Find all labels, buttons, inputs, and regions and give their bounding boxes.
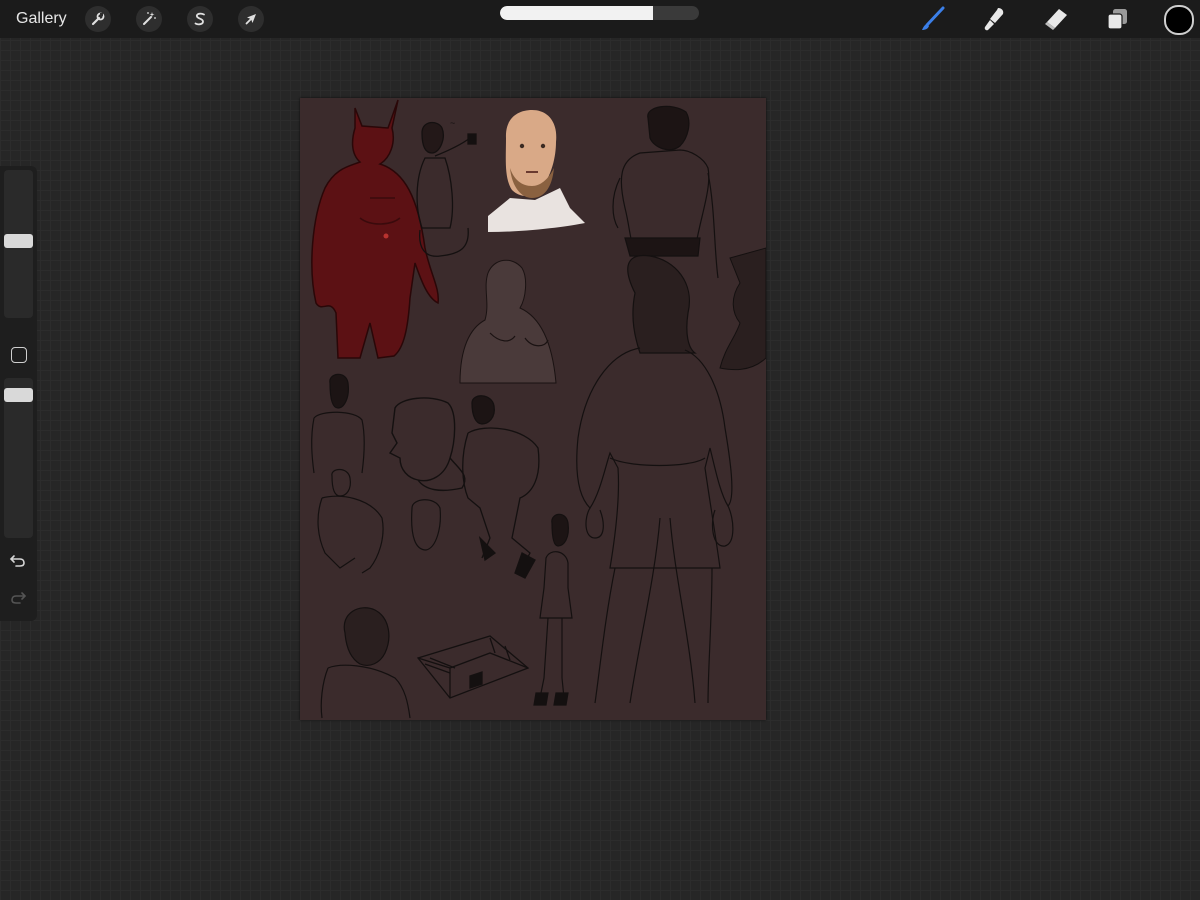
drawing-canvas[interactable]: ~ <box>300 98 767 720</box>
color-picker-button[interactable] <box>1164 5 1194 35</box>
brush-size-slider-handle[interactable] <box>4 234 33 249</box>
sketch-young-man <box>311 373 365 474</box>
sketch-small-head <box>411 499 441 551</box>
eraser-tool-button[interactable] <box>1041 4 1071 34</box>
redo-icon <box>11 592 27 604</box>
smudge-icon <box>984 8 1004 31</box>
sketch-artwork: ~ <box>311 99 767 719</box>
sketch-seated-figure <box>317 468 384 574</box>
svg-text:~: ~ <box>450 118 455 128</box>
selection-s-icon <box>194 12 205 26</box>
sidebar <box>0 166 37 621</box>
gallery-button[interactable]: Gallery <box>16 10 67 28</box>
sketch-curly-man <box>612 105 719 279</box>
selection-button[interactable] <box>187 6 213 32</box>
modify-button[interactable] <box>11 347 27 363</box>
layers-button[interactable] <box>1102 4 1132 34</box>
layers-icon <box>1107 9 1127 30</box>
sketch-crouching-man <box>462 395 540 579</box>
sketch-bald-man-portrait <box>488 110 585 232</box>
undo-button[interactable] <box>9 553 27 574</box>
sketch-red-devil <box>311 99 439 359</box>
wrench-icon <box>91 12 105 26</box>
sketch-profile-head <box>388 397 466 492</box>
arrow-cursor-icon <box>245 14 256 25</box>
sketch-woman-phone: ~ <box>416 118 477 257</box>
brush-icon <box>922 6 945 30</box>
eraser-icon <box>1045 9 1067 30</box>
opacity-slider-handle[interactable] <box>4 388 33 403</box>
adjustments-button[interactable] <box>136 6 162 32</box>
sketch-grey-muscular-man <box>459 259 557 384</box>
smudge-tool-button[interactable] <box>979 4 1009 34</box>
redo-button[interactable] <box>9 590 27 611</box>
progress-bar-fill <box>500 6 654 20</box>
transform-button[interactable] <box>238 6 264 32</box>
sketch-woman-bust <box>320 607 411 719</box>
top-toolbar: Gallery <box>0 0 1200 38</box>
sketch-building <box>416 635 530 699</box>
magic-wand-icon <box>143 12 156 25</box>
paint-tool-button[interactable] <box>918 4 948 34</box>
sketch-long-hair-figure <box>576 254 734 704</box>
undo-icon <box>9 555 25 567</box>
sketch-hat-man <box>719 247 767 371</box>
sketch-woman-skirt <box>533 513 573 706</box>
progress-bar <box>500 6 699 20</box>
actions-button[interactable] <box>85 6 111 32</box>
